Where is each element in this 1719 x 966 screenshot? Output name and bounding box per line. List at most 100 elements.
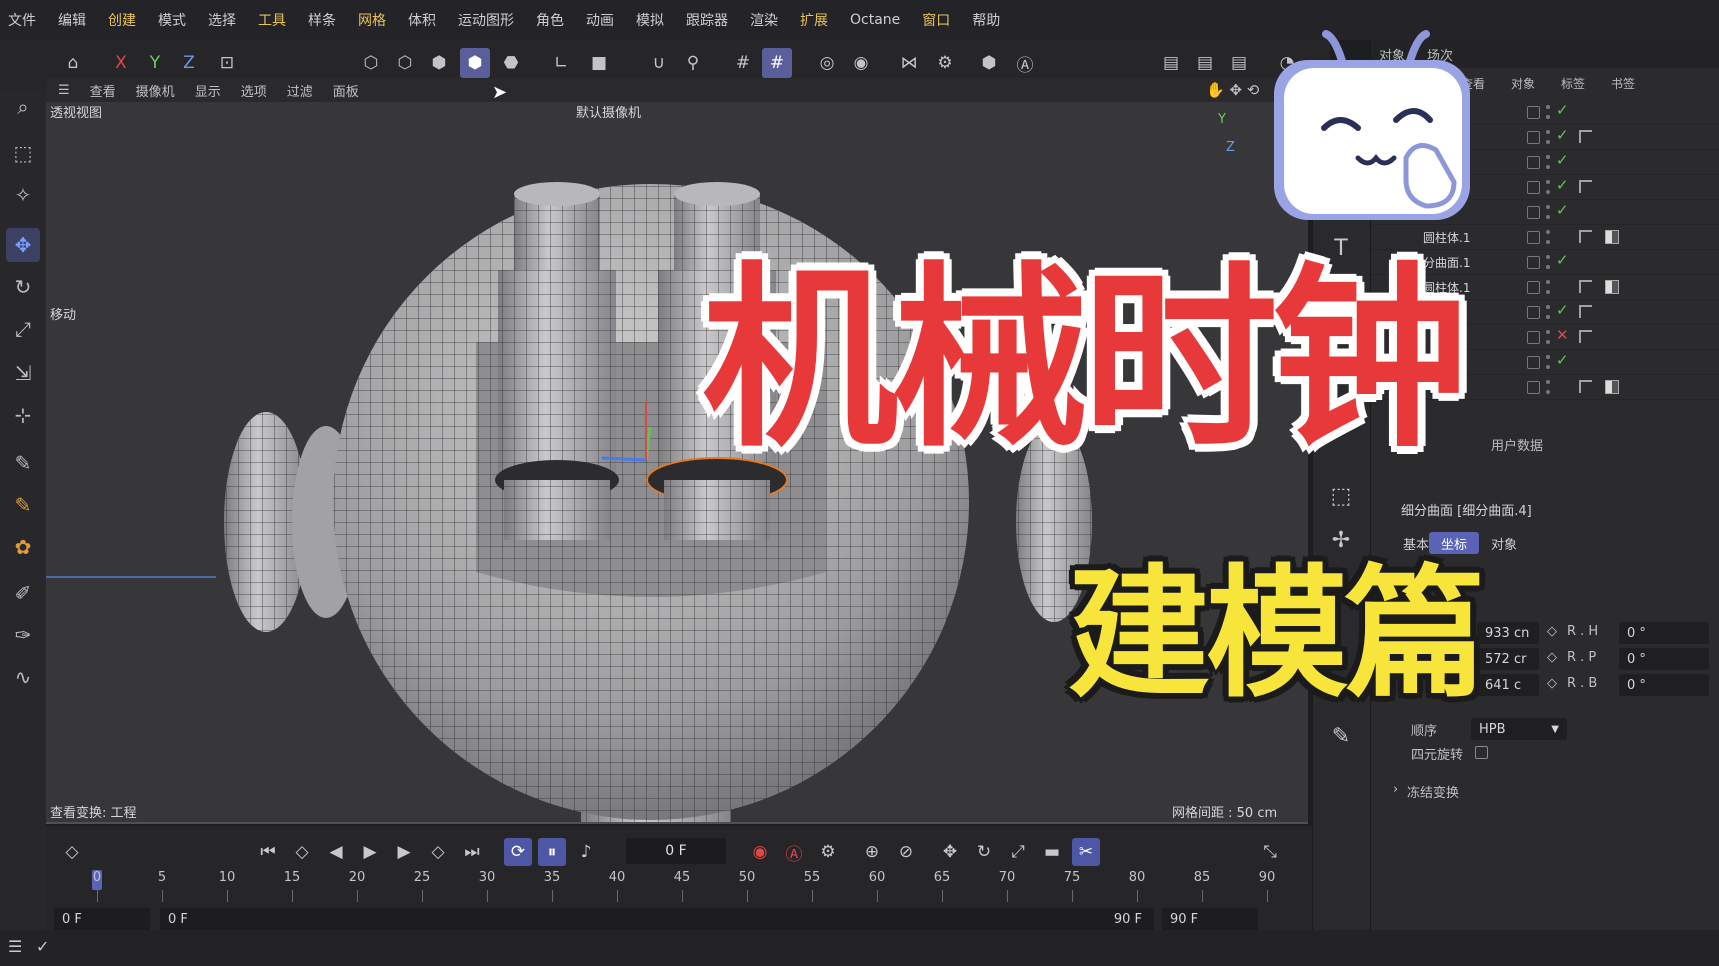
selection-tool-icon[interactable]: ⬚ [6, 136, 40, 170]
z-axis-toggle[interactable]: Z [174, 48, 204, 78]
quaternion-checkbox[interactable] [1475, 746, 1488, 759]
phong-tag-icon[interactable] [1579, 380, 1592, 393]
menu-mesh[interactable]: 网格 [358, 10, 386, 30]
snap-grid-icon[interactable]: # [728, 48, 758, 78]
position-y-field[interactable]: 572 cr [1477, 648, 1539, 670]
play-icon[interactable]: ▶ [356, 838, 384, 866]
object-menu-object[interactable]: 对象 [1511, 75, 1535, 92]
placement-tool-icon[interactable]: ⊹ [6, 398, 40, 432]
undo-icon[interactable]: ⌂ [58, 48, 88, 78]
viewport-pan-icon[interactable]: ✋ ✥ ⟲ [1206, 81, 1259, 99]
frame-ruler[interactable]: 0 5 10 15 20 25 30 35 40 45 50 55 60 65 70 75 80 85 90 [72, 870, 1312, 906]
brush-tool-icon[interactable]: ✎ [6, 488, 40, 522]
timeline-window-icon[interactable]: ⤡ [1256, 838, 1284, 866]
next-frame-icon[interactable]: ▶ [390, 838, 418, 866]
rotation-b-field[interactable]: 0 ° [1619, 674, 1709, 696]
preview-range-slider[interactable]: 0 F 90 F [160, 908, 1154, 930]
paint-tool-icon[interactable]: ✐ [6, 576, 40, 610]
chevron-right-icon[interactable]: › [1393, 782, 1398, 797]
menu-create[interactable]: 创建 [108, 10, 136, 30]
render-view-icon[interactable]: ▤ [1156, 48, 1186, 78]
viewport-menu-options[interactable]: 选项 [241, 81, 267, 100]
menu-edit[interactable]: 编辑 [58, 10, 86, 30]
viewport-menu-view[interactable]: 查看 [90, 81, 116, 100]
motion-record-icon[interactable]: ⊘ [892, 838, 920, 866]
render-picture-viewer-icon[interactable]: ▤ [1190, 48, 1220, 78]
rotate-tool-icon[interactable]: ↻ [6, 270, 40, 304]
octane-icon[interactable]: ⬢ [974, 48, 1004, 78]
menu-tracker[interactable]: 跟踪器 [686, 10, 728, 30]
object-name[interactable]: 圆柱体.1 [1423, 229, 1470, 246]
object-menu-bookmarks[interactable]: 书签 [1611, 75, 1635, 92]
position-z-field[interactable]: 641 c [1477, 674, 1539, 696]
position-key-icon[interactable]: ✥ [936, 838, 964, 866]
keyframe-diamond-icon[interactable]: ◇ [1547, 676, 1557, 691]
material-tag-icon[interactable] [1605, 280, 1619, 294]
scale-tool-icon[interactable]: ⤢ [6, 312, 40, 346]
viewport-menu-display[interactable]: 显示 [195, 81, 221, 100]
edit-render-settings-icon[interactable]: ▤ [1224, 48, 1254, 78]
move-tool-icon[interactable]: ✥ [6, 228, 40, 262]
solo-icon[interactable]: ■ [584, 48, 614, 78]
tab-user-data[interactable]: 用户数据 [1491, 435, 1543, 454]
spline-pen-icon[interactable]: ✎ [6, 446, 40, 480]
edit-icon[interactable]: ✎ [1323, 718, 1359, 754]
soft-selection-icon[interactable]: ⚲ [678, 48, 708, 78]
go-to-end-icon[interactable]: ⏭ [458, 838, 486, 866]
hamburger-icon[interactable]: ☰ [8, 937, 22, 956]
record-icon[interactable]: ◉ [746, 838, 774, 866]
loop-icon[interactable]: ⟳ [504, 838, 532, 866]
menu-select[interactable]: 选择 [208, 10, 236, 30]
phong-tag-icon[interactable] [1579, 130, 1592, 143]
enabled-check-icon[interactable]: ✓ [1556, 176, 1569, 194]
menu-extensions[interactable]: 扩展 [800, 10, 828, 30]
menu-mode[interactable]: 模式 [158, 10, 186, 30]
enabled-check-icon[interactable]: ✓ [1556, 201, 1569, 219]
viewport-menu-icon[interactable]: ☰ [58, 83, 70, 98]
edges-mode-icon[interactable]: ⬡ [390, 48, 420, 78]
phong-tag-icon[interactable] [1579, 330, 1592, 343]
spline-sketch-icon[interactable]: ∿ [6, 660, 40, 694]
y-axis-toggle[interactable]: Y [140, 48, 170, 78]
current-frame-field[interactable]: 0 F [626, 838, 726, 864]
phong-tag-icon[interactable] [1579, 230, 1592, 243]
check-circle-icon[interactable]: ✓ [36, 937, 49, 956]
rotation-h-field[interactable]: 0 ° [1619, 622, 1709, 644]
scale-key-icon[interactable]: ⤢ [1004, 838, 1032, 866]
previous-frame-icon[interactable]: ◀ [322, 838, 350, 866]
autokey-icon[interactable]: Ⓐ [780, 838, 808, 866]
menu-spline[interactable]: 样条 [308, 10, 336, 30]
sculpt-tool-icon[interactable]: ✿ [6, 530, 40, 564]
disabled-x-icon[interactable]: ✕ [1556, 326, 1569, 344]
parameter-key-icon[interactable]: ▬ [1038, 838, 1066, 866]
phong-tag-icon[interactable] [1579, 280, 1592, 293]
position-x-field[interactable]: 933 cn [1477, 622, 1539, 644]
playback-rate-icon[interactable]: ⏸ [538, 838, 566, 866]
menu-render[interactable]: 渲染 [750, 10, 778, 30]
start-frame-field[interactable]: 0 F [54, 908, 150, 930]
texture-mode-icon[interactable]: ⬣ [496, 48, 526, 78]
x-axis-toggle[interactable]: X [106, 48, 136, 78]
render-region-icon[interactable]: ◎ [812, 48, 842, 78]
knife-tool-icon[interactable]: ✑ [6, 618, 40, 652]
polygons-mode-icon[interactable]: ⬢ [424, 48, 454, 78]
rotation-key-icon[interactable]: ↻ [970, 838, 998, 866]
enabled-check-icon[interactable]: ✓ [1556, 101, 1569, 119]
viewport-menu-filter[interactable]: 过滤 [287, 81, 313, 100]
menu-octane[interactable]: Octane [850, 12, 900, 28]
attr-tab-object[interactable]: 对象 [1479, 532, 1529, 554]
menu-file[interactable]: 文件 [8, 10, 36, 30]
keyframe-diamond-icon[interactable]: ◇ [1547, 650, 1557, 665]
point-level-key-icon[interactable]: ✂ [1072, 838, 1100, 866]
attr-tab-coordinates[interactable]: 坐标 [1429, 532, 1480, 554]
points-mode-icon[interactable]: ⬡ [356, 48, 386, 78]
key-selection-icon[interactable]: ⊕ [858, 838, 886, 866]
model-mode-icon[interactable]: ⬢ [460, 48, 490, 78]
keyframe-icon[interactable]: ◇ [58, 838, 86, 866]
menu-help[interactable]: 帮助 [972, 10, 1000, 30]
enabled-check-icon[interactable]: ✓ [1556, 301, 1569, 319]
snap-enable-icon[interactable]: # [762, 48, 792, 78]
render-settings-icon[interactable]: ◉ [846, 48, 876, 78]
end-frame-field[interactable]: 90 F [1162, 908, 1258, 930]
material-tag-icon[interactable] [1605, 380, 1619, 394]
